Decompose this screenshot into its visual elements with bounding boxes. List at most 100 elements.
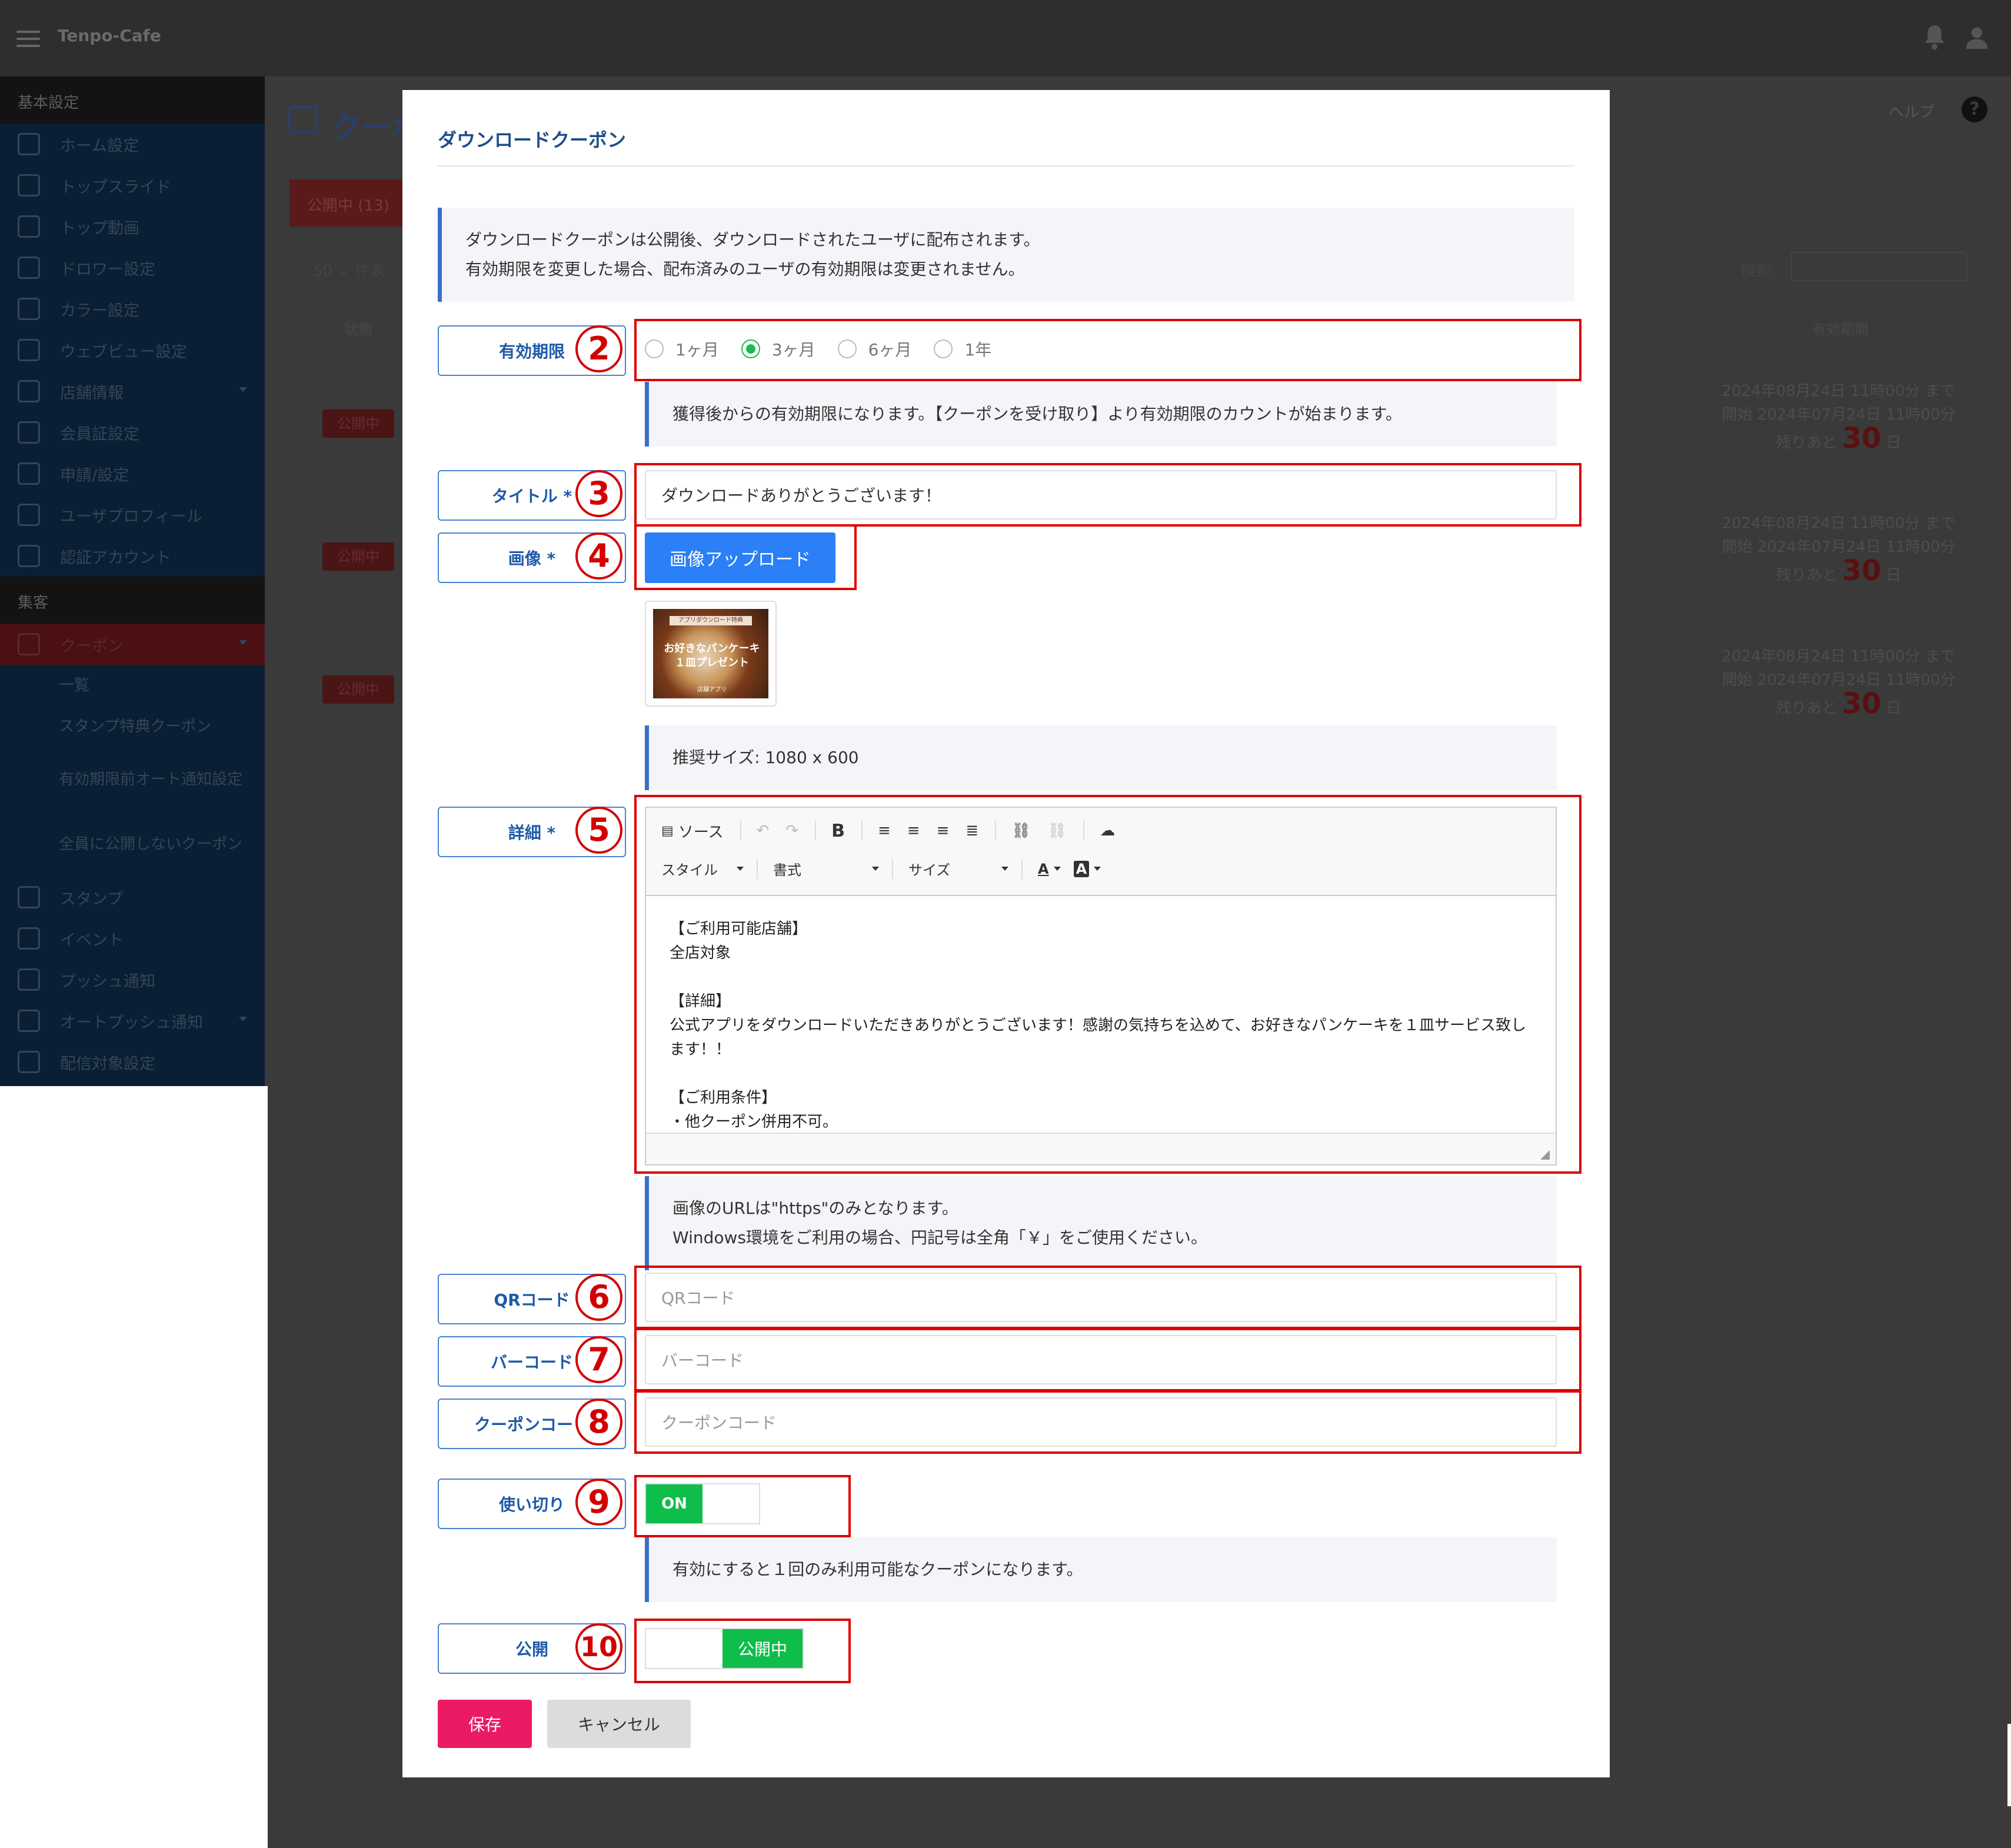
sidebar-item-stamp[interactable]: スタンプ bbox=[0, 877, 265, 918]
toggle-on-label: ON bbox=[646, 1484, 702, 1523]
divider bbox=[438, 165, 1574, 167]
editor-content[interactable]: 【ご利用可能店舗】 全店対象 【詳細】 公式アプリをダウンロードいただきありがと… bbox=[646, 896, 1556, 1131]
unlink-icon[interactable]: ⛓ bbox=[1047, 821, 1067, 841]
align-right-icon[interactable]: ≡ bbox=[937, 821, 950, 841]
sidebar-item-target[interactable]: 配信対象設定 bbox=[0, 1041, 265, 1083]
blank-area bbox=[0, 1086, 268, 1848]
annotation-number: 10 bbox=[575, 1623, 622, 1670]
sidebar-section-basic: 基本設定 bbox=[0, 76, 265, 124]
search-input[interactable] bbox=[1791, 252, 1967, 281]
help-link[interactable]: ヘルプ bbox=[1889, 100, 1935, 122]
text-color-icon: A bbox=[1038, 860, 1049, 877]
align-left-icon[interactable]: ≡ bbox=[878, 821, 891, 841]
tab-published[interactable]: 公開中 (13) bbox=[289, 179, 407, 227]
qr-input[interactable]: QRコード bbox=[645, 1273, 1557, 1322]
annotation-number: 4 bbox=[575, 532, 622, 580]
sidebar-item-drawer[interactable]: ドロワー設定 bbox=[0, 247, 265, 288]
bold-icon[interactable]: B bbox=[831, 821, 845, 841]
sidebar-item-top-video[interactable]: トップ動画 bbox=[0, 206, 265, 247]
validity-option-3m[interactable]: 3ヶ月 bbox=[741, 337, 815, 361]
megaphone-icon bbox=[18, 968, 40, 991]
annotation-number: 6 bbox=[575, 1274, 622, 1321]
link-icon[interactable]: ⛓ bbox=[1011, 821, 1031, 841]
validity-option-6m[interactable]: 6ヶ月 bbox=[837, 337, 911, 361]
radio-button[interactable] bbox=[837, 339, 857, 358]
style-dropdown[interactable]: スタイル bbox=[661, 858, 744, 879]
sidebar-item-auto-push[interactable]: オートプッシュ通知 bbox=[0, 1000, 265, 1041]
sidebar-item-home[interactable]: ホーム設定 bbox=[0, 124, 265, 165]
source-icon: ▤ bbox=[661, 823, 674, 838]
publish-toggle[interactable]: 公開中 bbox=[645, 1628, 804, 1669]
menu-icon[interactable] bbox=[16, 31, 40, 47]
align-justify-icon[interactable]: ≣ bbox=[965, 821, 978, 841]
validity-option-1m[interactable]: 1ヶ月 bbox=[645, 337, 719, 361]
sidebar-item-webview[interactable]: ウェブビュー設定 bbox=[0, 329, 265, 371]
sidebar-item-top-slide[interactable]: トップスライド bbox=[0, 165, 265, 206]
sidebar-section-marketing: 集客 bbox=[0, 577, 265, 624]
sidebar-item-member-card[interactable]: 会員証設定 bbox=[0, 412, 265, 453]
coupon-code-input[interactable]: クーポンコード bbox=[645, 1397, 1557, 1447]
bg-color-dropdown[interactable]: A bbox=[1073, 860, 1101, 877]
resize-handle-icon[interactable] bbox=[1540, 1150, 1550, 1160]
rich-text-editor[interactable]: ▤ ソース ↶ ↷ B ≡ ≡ ≡ ≣ ⛓ ⛓ ☁ スタイル 書式 サイズ A … bbox=[645, 807, 1557, 1166]
sidebar-item-user-profile[interactable]: ユーザプロフィール bbox=[0, 494, 265, 535]
bg-color-icon: A bbox=[1073, 860, 1090, 877]
cloud-upload-icon[interactable]: ☁ bbox=[1100, 821, 1115, 841]
chevron-down-icon bbox=[1053, 867, 1061, 871]
valid-period: 2024年08月24日 11時00分 まで 開始 2024年07月24日 11時0… bbox=[1722, 648, 1956, 720]
undo-icon[interactable]: ↶ bbox=[757, 821, 770, 841]
radio-button[interactable] bbox=[934, 339, 953, 358]
size-dropdown[interactable]: サイズ bbox=[908, 858, 1008, 879]
column-status[interactable]: 状態 bbox=[344, 318, 372, 338]
document-icon bbox=[18, 462, 40, 485]
chevron-down-icon bbox=[239, 1017, 247, 1021]
brand-name: Tenpo-Cafe bbox=[58, 26, 161, 45]
radio-button-selected[interactable] bbox=[741, 339, 760, 358]
sidebar-sub-stamp-coupon[interactable]: スタンプ特典クーポン bbox=[0, 706, 265, 747]
validity-radio-group: 1ヶ月 3ヶ月 6ヶ月 1年 bbox=[645, 337, 1014, 361]
sidebar-item-coupon[interactable]: クーポン bbox=[0, 624, 265, 665]
gift-icon bbox=[288, 106, 318, 133]
per-page-select[interactable]: 50 ⌄ 件表 bbox=[313, 259, 385, 281]
sidebar-item-color[interactable]: カラー設定 bbox=[0, 288, 265, 329]
chevron-down-icon bbox=[737, 867, 744, 871]
image-upload-button[interactable]: 画像アップロード bbox=[645, 532, 835, 583]
help-icon[interactable]: ? bbox=[1962, 96, 1987, 122]
home-icon bbox=[18, 133, 40, 155]
search-label: 検索: bbox=[1740, 262, 1776, 280]
pen-icon bbox=[18, 298, 40, 320]
single-use-toggle[interactable]: ON bbox=[645, 1483, 760, 1524]
annotation-number: 8 bbox=[575, 1399, 622, 1446]
annotation-number: 5 bbox=[575, 807, 622, 854]
format-dropdown[interactable]: 書式 bbox=[773, 858, 879, 879]
sidebar-sub-private-coupon[interactable]: 全員に公開しないクーポン bbox=[0, 812, 265, 877]
sidebar-item-auth-account[interactable]: 認証アカウント bbox=[0, 535, 265, 577]
radio-button[interactable] bbox=[645, 339, 664, 358]
column-valid[interactable]: 有効期間 bbox=[1812, 318, 1869, 338]
cancel-button[interactable]: キャンセル bbox=[547, 1700, 691, 1748]
image-thumbnail[interactable]: アプリダウンロード特典 お好きなパンケーキ １皿プレゼント 店舗アプリ bbox=[645, 601, 777, 707]
text-color-dropdown[interactable]: A bbox=[1038, 861, 1061, 877]
single-use-hint: 有効にすると１回のみ利用可能なクーポンになります。 bbox=[645, 1537, 1557, 1602]
sidebar-sub-list[interactable]: 一覧 bbox=[0, 665, 265, 706]
pancake-image: アプリダウンロード特典 お好きなパンケーキ １皿プレゼント 店舗アプリ bbox=[653, 609, 768, 698]
align-center-icon[interactable]: ≡ bbox=[907, 821, 920, 841]
sidebar-item-application[interactable]: 申請/設定 bbox=[0, 453, 265, 494]
save-button[interactable]: 保存 bbox=[438, 1700, 532, 1748]
sidebar-item-event[interactable]: イベント bbox=[0, 918, 265, 959]
sidebar-sub-auto-notify[interactable]: 有効期限前オート通知設定 bbox=[0, 747, 265, 812]
chevron-down-icon bbox=[1094, 867, 1101, 871]
sidebar-item-push[interactable]: プッシュ通知 bbox=[0, 959, 265, 1000]
status-badge: 公開中 bbox=[322, 409, 394, 438]
validity-hint: 獲得後からの有効期限になります。【クーポンを受け取り】より有効期限のカウントが始… bbox=[645, 382, 1557, 447]
title-input[interactable]: ダウンロードありがとうございます！ bbox=[645, 470, 1557, 520]
validity-option-1y[interactable]: 1年 bbox=[934, 337, 991, 361]
sidebar-item-store-info[interactable]: 店舗情報 bbox=[0, 371, 265, 412]
redo-icon[interactable]: ↷ bbox=[785, 821, 798, 841]
chevron-down-icon bbox=[872, 867, 879, 871]
barcode-input[interactable]: バーコード bbox=[645, 1335, 1557, 1384]
top-bar: Tenpo-Cafe bbox=[0, 0, 2011, 76]
source-button[interactable]: ▤ ソース bbox=[661, 821, 724, 841]
bell-icon[interactable] bbox=[1923, 24, 1946, 51]
user-icon[interactable] bbox=[1964, 24, 1990, 51]
